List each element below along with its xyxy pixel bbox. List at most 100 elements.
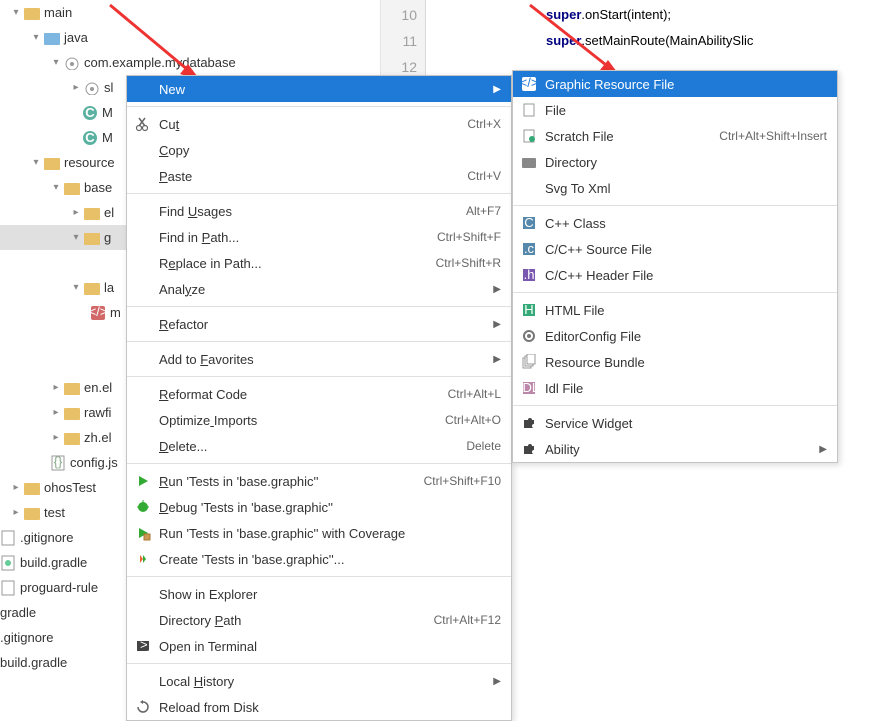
folder-icon [64, 430, 80, 446]
tree-label: m [110, 305, 121, 320]
menu-item-label: Idl File [545, 381, 827, 396]
menu-item-label: Copy [159, 143, 501, 158]
menu-item-label: Service Widget [545, 416, 827, 431]
line-number: 11 [381, 28, 425, 54]
menu-item-cppc[interactable]: CC++ Class [513, 210, 837, 236]
menu-item-grf[interactable]: </>Graphic Resource File [513, 71, 837, 97]
tree-label: g [104, 230, 111, 245]
menu-item-create[interactable]: Create 'Tests in 'base.graphic''... [127, 546, 511, 572]
line-number: 10 [381, 2, 425, 28]
menu-item-cchdr[interactable]: .hC/C++ Header File [513, 262, 837, 288]
menu-shortcut: Ctrl+Alt+L [448, 387, 501, 401]
blank-icon [133, 166, 153, 186]
menu-shortcut: Ctrl+Shift+F [437, 230, 501, 244]
folder-icon [84, 230, 100, 246]
blank-icon [519, 178, 539, 198]
menu-shortcut: Ctrl+V [467, 169, 501, 183]
menu-item-label: Reformat Code [159, 387, 448, 402]
menu-item-expl[interactable]: Show in Explorer [127, 581, 511, 607]
menu-item-svcw[interactable]: Service Widget [513, 410, 837, 436]
chevron-right-icon: ▸ [10, 507, 22, 518]
class-icon: C [82, 105, 98, 121]
menu-separator [127, 193, 511, 194]
package-icon [84, 80, 100, 96]
menu-item-findp[interactable]: Find in Path...Ctrl+Shift+F [127, 224, 511, 250]
menu-item-cut[interactable]: CutCtrl+X [127, 111, 511, 137]
menu-item-cov[interactable]: Run 'Tests in 'base.graphic'' with Cover… [127, 520, 511, 546]
gradle-icon [0, 555, 16, 571]
menu-item-run[interactable]: Run 'Tests in 'base.graphic''Ctrl+Shift+… [127, 468, 511, 494]
folder-icon [24, 505, 40, 521]
run-icon [133, 471, 153, 491]
menu-item-new[interactable]: New▶ [127, 76, 511, 102]
folder-icon [64, 405, 80, 421]
menu-shortcut: Alt+F7 [466, 204, 501, 218]
chevron-down-icon: ▾ [10, 7, 22, 18]
blank-icon [133, 610, 153, 630]
menu-item-label: Delete... [159, 439, 466, 454]
menu-item-analyze[interactable]: Analyze▶ [127, 276, 511, 302]
menu-item-fav[interactable]: Add to Favorites▶ [127, 346, 511, 372]
tree-label: proguard-rule [20, 580, 98, 595]
menu-item-refactor[interactable]: Refactor▶ [127, 311, 511, 337]
tree-label: gradle [0, 605, 36, 620]
tree-item-package[interactable]: ▾com.example.mydatabase [0, 50, 380, 75]
tree-label: sl [104, 80, 113, 95]
tree-label: .gitignore [20, 530, 73, 545]
menu-separator [127, 376, 511, 377]
menu-item-dir[interactable]: Directory [513, 149, 837, 175]
menu-item-optim[interactable]: Optimize ImportsCtrl+Alt+O [127, 407, 511, 433]
blank-icon [133, 349, 153, 369]
menu-item-copy[interactable]: Copy [127, 137, 511, 163]
folder-icon [24, 5, 40, 21]
chevron-right-icon: ▸ [50, 432, 62, 443]
menu-item-findu[interactable]: Find UsagesAlt+F7 [127, 198, 511, 224]
chevron-down-icon: ▾ [70, 232, 82, 243]
menu-item-paste[interactable]: PasteCtrl+V [127, 163, 511, 189]
tree-label: ohosTest [44, 480, 96, 495]
menu-item-label: Svg To Xml [545, 181, 827, 196]
menu-item-html[interactable]: HHTML File [513, 297, 837, 323]
blank-icon [133, 671, 153, 691]
chevron-right-icon: ▸ [10, 482, 22, 493]
folder-icon [64, 180, 80, 196]
chevron-right-icon: ▸ [50, 407, 62, 418]
menu-item-abil[interactable]: Ability▶ [513, 436, 837, 462]
blank-icon [133, 436, 153, 456]
menu-item-label: Create 'Tests in 'base.graphic''... [159, 552, 501, 567]
menu-item-label: Find in Path... [159, 230, 437, 245]
idl-icon: IDL [519, 378, 539, 398]
menu-item-label: Refactor [159, 317, 487, 332]
tree-item-main[interactable]: ▾main [0, 0, 380, 25]
tree-label: la [104, 280, 114, 295]
debug-icon [133, 497, 153, 517]
menu-item-scratch[interactable]: Scratch FileCtrl+Alt+Shift+Insert [513, 123, 837, 149]
tree-label: build.gradle [20, 555, 87, 570]
menu-item-ccsrc[interactable]: .cC/C++ Source File [513, 236, 837, 262]
menu-item-dirp[interactable]: Directory PathCtrl+Alt+F12 [127, 607, 511, 633]
tree-item-java[interactable]: ▾java [0, 25, 380, 50]
svg-text:>_: >_ [140, 638, 151, 652]
chevron-down-icon: ▾ [30, 157, 42, 168]
code-line: super.onStart(intent); [426, 2, 884, 28]
menu-item-debug[interactable]: Debug 'Tests in 'base.graphic'' [127, 494, 511, 520]
html-icon: H [519, 300, 539, 320]
svg-text:C: C [85, 130, 95, 145]
menu-item-idl[interactable]: IDL Idl File [513, 375, 837, 401]
cppf-icon: .c [519, 239, 539, 259]
svg-text:C: C [85, 105, 95, 120]
menu-item-term[interactable]: >_Open in Terminal [127, 633, 511, 659]
menu-item-resb[interactable]: Resource Bundle [513, 349, 837, 375]
menu-item-del[interactable]: Delete...Delete [127, 433, 511, 459]
menu-item-reload[interactable]: Reload from Disk [127, 694, 511, 720]
menu-item-edcfg[interactable]: EditorConfig File [513, 323, 837, 349]
folder-icon [84, 205, 100, 221]
code-editor[interactable]: super.onStart(intent); super.setMainRout… [426, 0, 884, 54]
menu-item-repp[interactable]: Replace in Path...Ctrl+Shift+R [127, 250, 511, 276]
tree-label: .gitignore [0, 630, 53, 645]
menu-item-svgxml[interactable]: Svg To Xml [513, 175, 837, 201]
tree-label: en.el [84, 380, 112, 395]
menu-item-file[interactable]: File [513, 97, 837, 123]
menu-item-reformat[interactable]: Reformat CodeCtrl+Alt+L [127, 381, 511, 407]
menu-item-label: Ability [545, 442, 813, 457]
